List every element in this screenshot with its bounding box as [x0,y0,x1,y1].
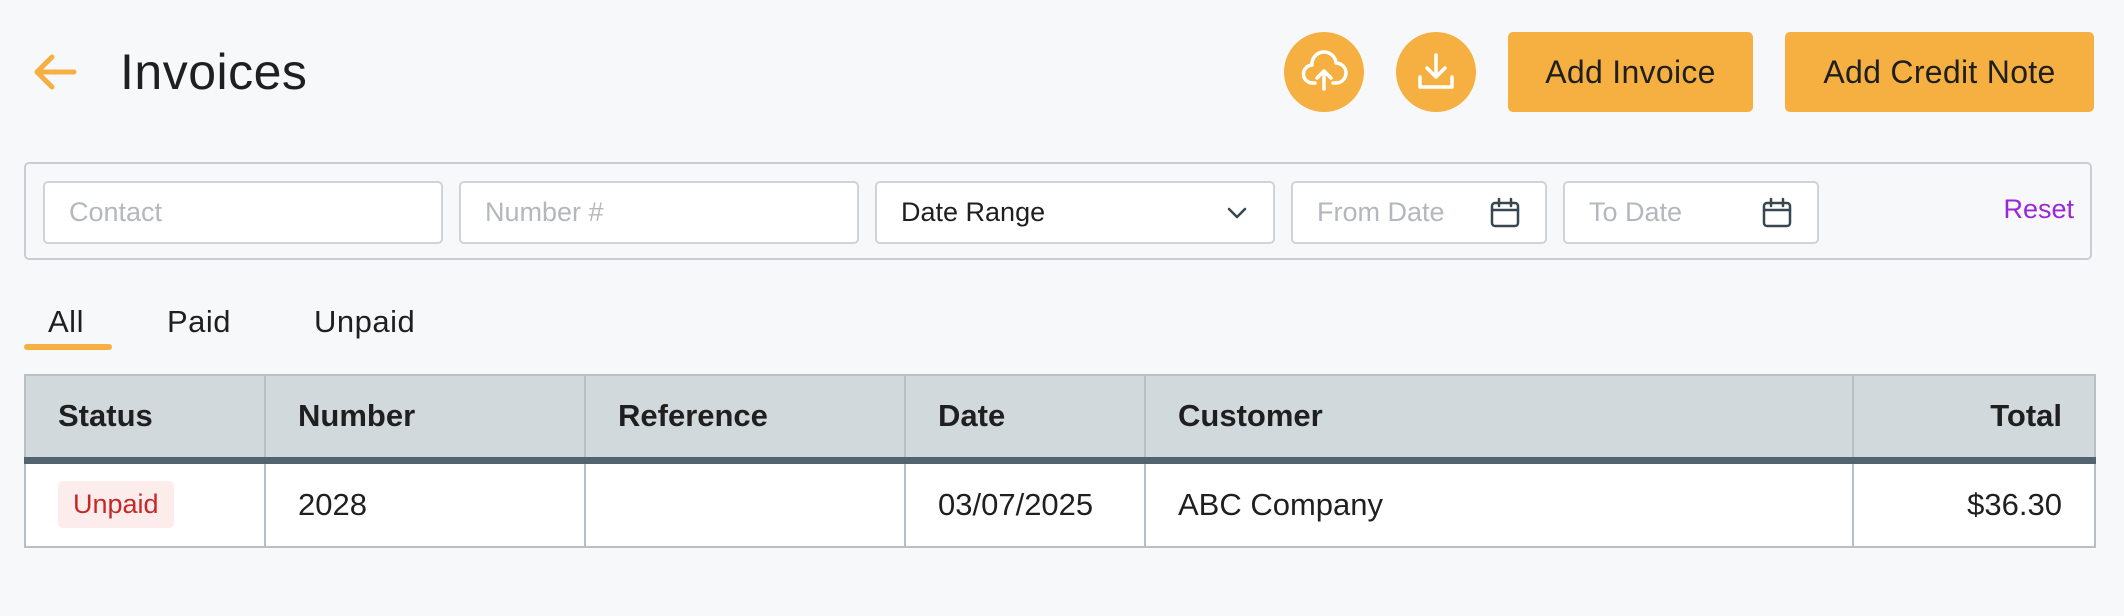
upload-button[interactable] [1284,32,1364,112]
status-badge: Unpaid [58,481,174,529]
contact-input[interactable] [45,183,441,242]
tab-unpaid[interactable]: Unpaid [314,304,415,340]
page-header: Invoices Add Invoice Add Credit Note [0,0,2124,140]
filter-bar: Date Range Reset [24,162,2092,260]
back-button[interactable] [30,47,80,97]
invoices-table: Status Number Reference Date Customer To… [24,374,2096,548]
download-button[interactable] [1396,32,1476,112]
date-range-select[interactable]: Date Range [875,181,1275,244]
chevron-down-icon [1227,207,1247,219]
add-credit-note-button[interactable]: Add Credit Note [1785,32,2094,112]
arrow-left-icon [34,54,77,90]
cloud-upload-icon [1301,50,1348,91]
table-header-row: Status Number Reference Date Customer To… [24,374,2096,464]
reference-cell [584,459,906,548]
contact-field-wrapper [43,181,443,244]
number-input[interactable] [461,183,857,242]
column-header-total[interactable]: Total [1852,374,2096,464]
column-header-customer[interactable]: Customer [1144,374,1854,464]
customer-cell: ABC Company [1144,459,1854,548]
page-title: Invoices [120,44,308,100]
column-header-number[interactable]: Number [264,374,586,464]
reset-link[interactable]: Reset [2003,194,2074,225]
column-header-reference[interactable]: Reference [584,374,906,464]
download-icon [1418,53,1454,89]
column-header-date[interactable]: Date [904,374,1146,464]
add-invoice-button[interactable]: Add Invoice [1508,32,1753,112]
tab-all[interactable]: All [48,304,84,340]
tab-paid[interactable]: Paid [167,304,231,340]
calendar-icon[interactable] [1761,197,1793,229]
calendar-icon[interactable] [1489,197,1521,229]
date-range-value: Date Range [901,197,1046,227]
number-field-wrapper [459,181,859,244]
to-date-field-wrapper [1563,181,1819,244]
status-cell: Unpaid [24,459,266,548]
number-cell: 2028 [264,459,586,548]
column-header-status[interactable]: Status [24,374,266,464]
date-cell: 03/07/2025 [904,459,1146,548]
table-row[interactable]: Unpaid 2028 03/07/2025 ABC Company $36.3… [24,459,2096,548]
total-cell: $36.30 [1852,459,2096,548]
active-tab-indicator [24,344,112,350]
from-date-field-wrapper [1291,181,1547,244]
